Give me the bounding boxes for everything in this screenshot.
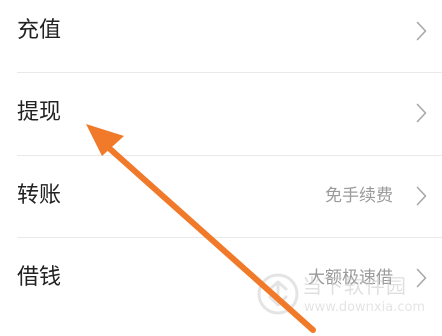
menu-item-note: 免手续费 xyxy=(325,186,393,206)
chevron-right-icon xyxy=(416,21,427,41)
chevron-right-icon xyxy=(416,186,427,206)
menu-item-label: 借钱 xyxy=(17,265,62,290)
menu-item-withdraw[interactable]: 提现 xyxy=(0,72,442,154)
watermark-name: 当下软件园 xyxy=(302,274,407,298)
watermark: 当下软件园 www.downxia.com xyxy=(256,264,426,326)
chevron-right-icon xyxy=(416,103,427,123)
menu-item-label: 提现 xyxy=(17,100,62,125)
menu-item-label: 充值 xyxy=(17,18,62,43)
watermark-url: www.downxia.com xyxy=(304,300,426,315)
menu-item-label: 转账 xyxy=(17,183,62,208)
menu-item-transfer[interactable]: 转账 免手续费 xyxy=(0,155,442,237)
menu-item-recharge[interactable]: 充值 xyxy=(0,0,442,72)
watermark-logo-icon xyxy=(257,273,299,315)
